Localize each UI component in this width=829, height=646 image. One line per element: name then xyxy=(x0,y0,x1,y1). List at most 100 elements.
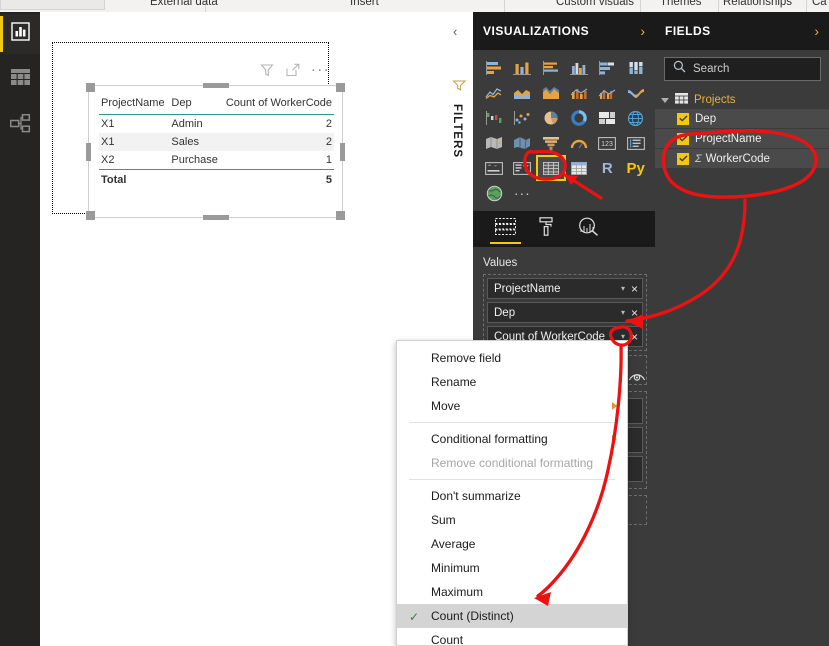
resize-handle-bottom-left[interactable] xyxy=(86,211,95,220)
chevron-down-icon[interactable]: ▾ xyxy=(621,284,625,293)
field-chip-projectname[interactable]: ProjectName ▾ × xyxy=(487,278,643,299)
sidebar-item-data-view[interactable] xyxy=(0,60,40,100)
visibility-eye-icon[interactable] xyxy=(628,370,646,386)
menu-item-minimum[interactable]: Minimum xyxy=(397,556,627,580)
table-visual[interactable]: ProjectName Dep Count of WorkerCode X1 A… xyxy=(86,83,345,220)
waterfall-chart-icon[interactable] xyxy=(481,107,507,129)
clustered-column-chart-icon[interactable] xyxy=(566,57,592,79)
chevron-down-icon[interactable]: ▾ xyxy=(621,308,625,317)
resize-handle-bottom-right[interactable] xyxy=(336,211,345,220)
ribbon-tab-insert[interactable]: Insert xyxy=(350,0,379,8)
fields-table-projects[interactable]: Projects xyxy=(655,91,829,109)
map-icon[interactable] xyxy=(623,107,649,129)
stacked-column-chart-icon[interactable] xyxy=(509,57,535,79)
ribbon-tab-custom-visuals[interactable]: Custom visuals xyxy=(556,0,634,8)
chip-label: ProjectName xyxy=(494,282,561,295)
resize-handle-top-left[interactable] xyxy=(86,83,95,92)
python-visual-icon[interactable]: Py xyxy=(623,157,649,179)
field-item-workercode[interactable]: Σ WorkerCode xyxy=(655,149,829,168)
get-more-visuals-icon[interactable]: ··· xyxy=(509,182,535,204)
ribbon-tab-relationships[interactable]: Relationships xyxy=(723,0,792,8)
table-grid-icon xyxy=(10,69,30,91)
sidebar-item-report-view[interactable] xyxy=(0,14,40,54)
treemap-icon[interactable] xyxy=(594,107,620,129)
stacked-bar-chart-icon[interactable] xyxy=(481,57,507,79)
table-row[interactable]: X1 Sales 2 xyxy=(99,133,334,151)
gauge-icon[interactable] xyxy=(566,132,592,154)
donut-chart-icon[interactable] xyxy=(566,107,592,129)
kpi-icon[interactable] xyxy=(481,157,507,179)
menu-item-sum[interactable]: Sum xyxy=(397,508,627,532)
matrix-icon[interactable] xyxy=(566,157,592,179)
search-input[interactable]: Search xyxy=(664,57,821,81)
filled-map-icon[interactable] xyxy=(481,132,507,154)
chevron-left-icon[interactable]: ‹ xyxy=(453,24,457,39)
chevron-right-icon[interactable]: › xyxy=(640,23,645,39)
resize-handle-bottom[interactable] xyxy=(202,215,229,220)
tab-analytics[interactable] xyxy=(578,211,599,247)
line-and-clustered-column-chart-icon[interactable] xyxy=(594,82,620,104)
resize-handle-top-right[interactable] xyxy=(336,83,345,92)
menu-item-average[interactable]: Average xyxy=(397,532,627,556)
ribbon-tab-calculations[interactable]: Ca xyxy=(812,0,827,8)
shape-map-icon[interactable] xyxy=(509,132,535,154)
checkbox-checked-icon[interactable] xyxy=(677,152,689,165)
table-row[interactable]: X2 Purchase 1 xyxy=(99,151,334,170)
multi-row-card-icon[interactable] xyxy=(623,132,649,154)
table-row[interactable]: X1 Admin 2 xyxy=(99,115,334,134)
100-stacked-bar-chart-icon[interactable] xyxy=(594,57,620,79)
close-icon[interactable]: × xyxy=(631,282,638,296)
field-item-dep[interactable]: Dep xyxy=(655,109,829,128)
expand-triangle-icon[interactable] xyxy=(661,97,669,103)
clustered-bar-chart-icon[interactable] xyxy=(538,57,564,79)
checkbox-checked-icon[interactable] xyxy=(677,112,689,125)
ribbon-tab-external-data[interactable]: External data xyxy=(150,0,218,8)
menu-item-conditional-formatting[interactable]: Conditional formatting xyxy=(397,427,627,451)
resize-handle-left[interactable] xyxy=(86,142,91,161)
funnel-icon[interactable] xyxy=(538,132,564,154)
pie-chart-icon[interactable] xyxy=(538,107,564,129)
card-icon[interactable]: 123 xyxy=(594,132,620,154)
column-header-dep[interactable]: Dep xyxy=(169,94,224,115)
slicer-icon[interactable] xyxy=(509,157,535,179)
report-canvas[interactable]: ··· ProjectName Dep Count of WorkerCode xyxy=(40,12,445,646)
menu-item-count-distinct[interactable]: ✓ Count (Distinct) xyxy=(397,604,627,628)
column-header-projectname[interactable]: ProjectName xyxy=(99,94,170,115)
menu-item-rename[interactable]: Rename xyxy=(397,370,627,394)
ribbon-tab-themes[interactable]: Themes xyxy=(660,0,702,8)
line-chart-icon[interactable] xyxy=(481,82,507,104)
checkbox-checked-icon[interactable] xyxy=(677,132,689,145)
column-header-count-of-workercode[interactable]: Count of WorkerCode xyxy=(223,94,334,115)
ribbon-active-tab-box[interactable] xyxy=(0,0,105,10)
menu-item-move[interactable]: Move xyxy=(397,394,627,418)
scatter-chart-icon[interactable] xyxy=(509,107,535,129)
line-and-stacked-column-chart-icon[interactable] xyxy=(566,82,592,104)
menu-item-dont-summarize[interactable]: Don't summarize xyxy=(397,484,627,508)
area-chart-icon[interactable] xyxy=(509,82,535,104)
ribbon-divider xyxy=(504,0,505,12)
ribbon-chart-icon[interactable] xyxy=(623,82,649,104)
table-visual-grid[interactable]: ProjectName Dep Count of WorkerCode X1 A… xyxy=(99,94,334,189)
menu-item-maximum[interactable]: Maximum xyxy=(397,580,627,604)
field-chip-dep[interactable]: Dep ▾ × xyxy=(487,302,643,323)
r-script-visual-icon[interactable]: R xyxy=(594,157,620,179)
funnel-icon[interactable] xyxy=(259,62,275,78)
field-context-menu[interactable]: Remove field Rename Move Conditional for… xyxy=(396,340,628,646)
resize-handle-top[interactable] xyxy=(202,83,229,88)
more-options-icon[interactable]: ··· xyxy=(311,62,330,77)
close-icon[interactable]: × xyxy=(631,330,638,344)
menu-item-remove-field[interactable]: Remove field xyxy=(397,346,627,370)
chevron-right-icon[interactable]: › xyxy=(814,23,819,39)
resize-handle-right[interactable] xyxy=(340,142,345,161)
tab-fields[interactable] xyxy=(490,211,521,247)
100-stacked-column-chart-icon[interactable] xyxy=(623,57,649,79)
close-icon[interactable]: × xyxy=(631,306,638,320)
table-icon[interactable] xyxy=(535,155,566,181)
field-item-projectname[interactable]: ProjectName xyxy=(655,129,829,148)
focus-mode-icon[interactable] xyxy=(285,62,301,78)
tab-format[interactable] xyxy=(538,211,556,247)
sidebar-item-model-view[interactable] xyxy=(0,106,40,146)
stacked-area-chart-icon[interactable] xyxy=(538,82,564,104)
arcgis-map-icon[interactable] xyxy=(481,182,507,204)
menu-item-count[interactable]: Count xyxy=(397,628,627,646)
